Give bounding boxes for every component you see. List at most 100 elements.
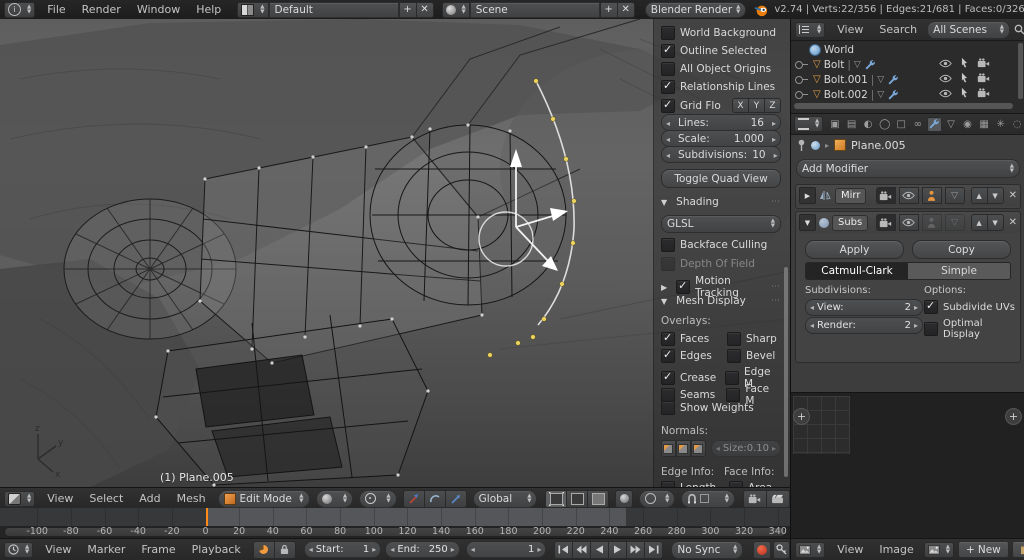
hide-toggle-eye-icon[interactable] bbox=[939, 74, 952, 83]
subsurf-editmode-toggle[interactable] bbox=[921, 214, 942, 231]
relationship-lines-checkbox[interactable] bbox=[661, 79, 675, 94]
editor-type-timeline-button[interactable]: ▲ ▼ bbox=[4, 541, 34, 558]
current-frame-field[interactable]: 1 bbox=[465, 541, 547, 558]
face-select-mode-button[interactable] bbox=[588, 489, 610, 508]
tab-scene[interactable]: ◐ bbox=[860, 117, 876, 132]
jump-prev-keyframe-button[interactable] bbox=[573, 540, 592, 559]
opengl-render-image-button[interactable] bbox=[742, 489, 767, 508]
outliner-vertical-scrollbar[interactable] bbox=[1018, 43, 1023, 99]
sync-mode-selector[interactable]: No Sync ▲ ▼ bbox=[671, 540, 744, 559]
transform-orientation-selector[interactable]: Global ▲ ▼ bbox=[472, 489, 538, 508]
n-panel-scrollbar[interactable] bbox=[784, 267, 788, 477]
add-modifier-dropdown[interactable]: Add Modifier ▲ ▼ bbox=[796, 159, 1020, 178]
delete-layout-button[interactable]: ✕ bbox=[416, 1, 434, 18]
play-reverse-button[interactable] bbox=[591, 540, 610, 559]
normals-size-slider[interactable]: Size:0.10 bbox=[710, 440, 782, 457]
show-weights-row[interactable]: Show Weights bbox=[661, 401, 781, 415]
tab-constraints[interactable]: ∞ bbox=[910, 117, 926, 132]
grid-axis-x-toggle[interactable]: X bbox=[732, 98, 749, 113]
manipulator-translate-button[interactable] bbox=[402, 489, 425, 508]
world-background-row[interactable]: World Background bbox=[661, 26, 781, 40]
image-menu-image[interactable]: Image bbox=[871, 543, 921, 556]
open-image-button[interactable]: Open bbox=[1011, 541, 1024, 558]
timeline-menu-view[interactable]: View bbox=[37, 543, 79, 556]
selectable-toggle-icon[interactable] bbox=[960, 72, 969, 84]
all-object-origins-checkbox[interactable] bbox=[661, 62, 675, 76]
render-toggle-icon[interactable] bbox=[977, 88, 990, 98]
mirror-cage-toggle[interactable]: ▽ bbox=[944, 187, 965, 204]
backface-culling-checkbox[interactable] bbox=[661, 238, 675, 252]
delete-modifier-button[interactable]: ✕ bbox=[1009, 190, 1017, 201]
expand-icon[interactable] bbox=[795, 75, 808, 84]
modifier-name-field[interactable]: Mirr bbox=[835, 187, 867, 204]
delete-scene-button[interactable]: ✕ bbox=[617, 1, 635, 18]
current-frame-cursor[interactable] bbox=[206, 508, 209, 526]
shading-panel-header[interactable]: ▼ Shading ⋯ bbox=[661, 196, 781, 208]
edges-checkbox[interactable] bbox=[661, 348, 675, 363]
grid-lines-slider[interactable]: Lines: 16 bbox=[661, 114, 781, 131]
editor-type-3dview-button[interactable]: ▲ ▼ bbox=[4, 490, 36, 507]
timeline-menu-frame[interactable]: Frame bbox=[133, 543, 183, 556]
menu-render[interactable]: Render bbox=[74, 3, 129, 16]
outliner-item-world[interactable]: World bbox=[809, 42, 854, 57]
menu-help[interactable]: Help bbox=[188, 3, 229, 16]
auto-keyframe-button[interactable] bbox=[753, 540, 771, 559]
relationship-lines-row[interactable]: Relationship Lines bbox=[661, 79, 781, 94]
mirror-viewport-toggle[interactable] bbox=[898, 187, 919, 204]
jump-to-start-button[interactable] bbox=[554, 540, 574, 559]
sharp-checkbox[interactable] bbox=[727, 332, 741, 346]
add-layout-button[interactable]: + bbox=[398, 1, 417, 18]
editor-type-properties-button[interactable]: ▲ ▼ bbox=[794, 116, 824, 132]
subsurf-render-slider[interactable]: Render: 2 bbox=[805, 317, 923, 334]
grid-floor-checkbox[interactable] bbox=[661, 98, 675, 113]
scene-selector[interactable]: Scene bbox=[469, 1, 600, 18]
grid-floor-row[interactable]: Grid Flo X Y Z bbox=[661, 98, 781, 113]
scene-icon-button[interactable]: ▲ ▼ bbox=[441, 1, 470, 18]
layout-selector[interactable]: Default bbox=[268, 1, 399, 18]
tab-world[interactable]: ◯ bbox=[877, 117, 893, 132]
screen-layout-icon-button[interactable]: ▲ ▼ bbox=[237, 1, 269, 18]
menu-add[interactable]: Add bbox=[131, 492, 168, 505]
catmull-clark-option[interactable]: Catmull-Clark bbox=[806, 263, 908, 279]
opengl-render-anim-button[interactable] bbox=[766, 489, 790, 508]
jump-to-end-button[interactable] bbox=[645, 540, 664, 559]
outliner-item-bolt[interactable]: ▽ Bolt | ▽ bbox=[795, 57, 876, 72]
apply-modifier-button[interactable]: Apply bbox=[805, 240, 904, 259]
manipulator-scale-button[interactable] bbox=[445, 489, 467, 508]
grid-axis-y-toggle[interactable]: Y bbox=[749, 98, 765, 113]
loose-edge-normals-toggle[interactable] bbox=[675, 440, 691, 457]
subdivide-uvs-checkbox[interactable] bbox=[924, 299, 938, 314]
selectable-toggle-icon[interactable] bbox=[960, 57, 969, 69]
tab-render-layers[interactable]: ▤ bbox=[844, 117, 860, 132]
image-browse-button[interactable]: ▲ ▼ bbox=[923, 541, 955, 558]
glsl-dropdown[interactable]: GLSL ▲ ▼ bbox=[661, 215, 781, 233]
face-normals-toggle[interactable] bbox=[690, 440, 706, 457]
expand-icon[interactable] bbox=[795, 60, 808, 69]
expand-region-right-button[interactable]: + bbox=[1005, 408, 1022, 425]
tab-render[interactable]: ▣ bbox=[827, 117, 843, 132]
grid-subdivisions-slider[interactable]: Subdivisions: 10 bbox=[661, 146, 781, 163]
move-modifier-down-button[interactable]: ▼ bbox=[987, 214, 1004, 231]
selectable-toggle-icon[interactable] bbox=[960, 87, 969, 99]
timeline-menu-playback[interactable]: Playback bbox=[184, 543, 249, 556]
expand-modifier-button[interactable]: ▶ bbox=[799, 187, 816, 204]
outliner-item-bolt-001[interactable]: ▽ Bolt.001 | ▽ bbox=[795, 72, 899, 87]
mirror-render-toggle[interactable] bbox=[875, 187, 896, 204]
proportional-edit-selector[interactable]: ▲ ▼ bbox=[639, 489, 676, 508]
expand-triangle-icon[interactable]: ▶ bbox=[661, 283, 667, 292]
tab-object[interactable]: □ bbox=[893, 117, 909, 132]
menu-window[interactable]: Window bbox=[129, 3, 188, 16]
tab-material[interactable]: ◉ bbox=[960, 117, 976, 132]
motion-tracking-checkbox[interactable] bbox=[676, 279, 691, 294]
move-modifier-down-button[interactable]: ▼ bbox=[987, 187, 1004, 204]
subsurf-render-toggle[interactable] bbox=[875, 214, 896, 231]
simple-option[interactable]: Simple bbox=[908, 263, 1010, 279]
outliner-horizontal-scrollbar[interactable] bbox=[794, 103, 1013, 109]
menu-select[interactable]: Select bbox=[81, 492, 131, 505]
viewport-3d[interactable]: z y x (1) Plane.005 World Background Out… bbox=[0, 19, 790, 487]
preview-range-toggle[interactable] bbox=[252, 540, 275, 559]
toggle-quad-view-button[interactable]: Toggle Quad View bbox=[661, 169, 781, 188]
bevel-checkbox[interactable] bbox=[727, 349, 741, 363]
panel-grip[interactable]: ⋯ bbox=[771, 282, 781, 292]
mesh-display-panel-header[interactable]: ▼ Mesh Display ⋯ bbox=[661, 295, 781, 307]
